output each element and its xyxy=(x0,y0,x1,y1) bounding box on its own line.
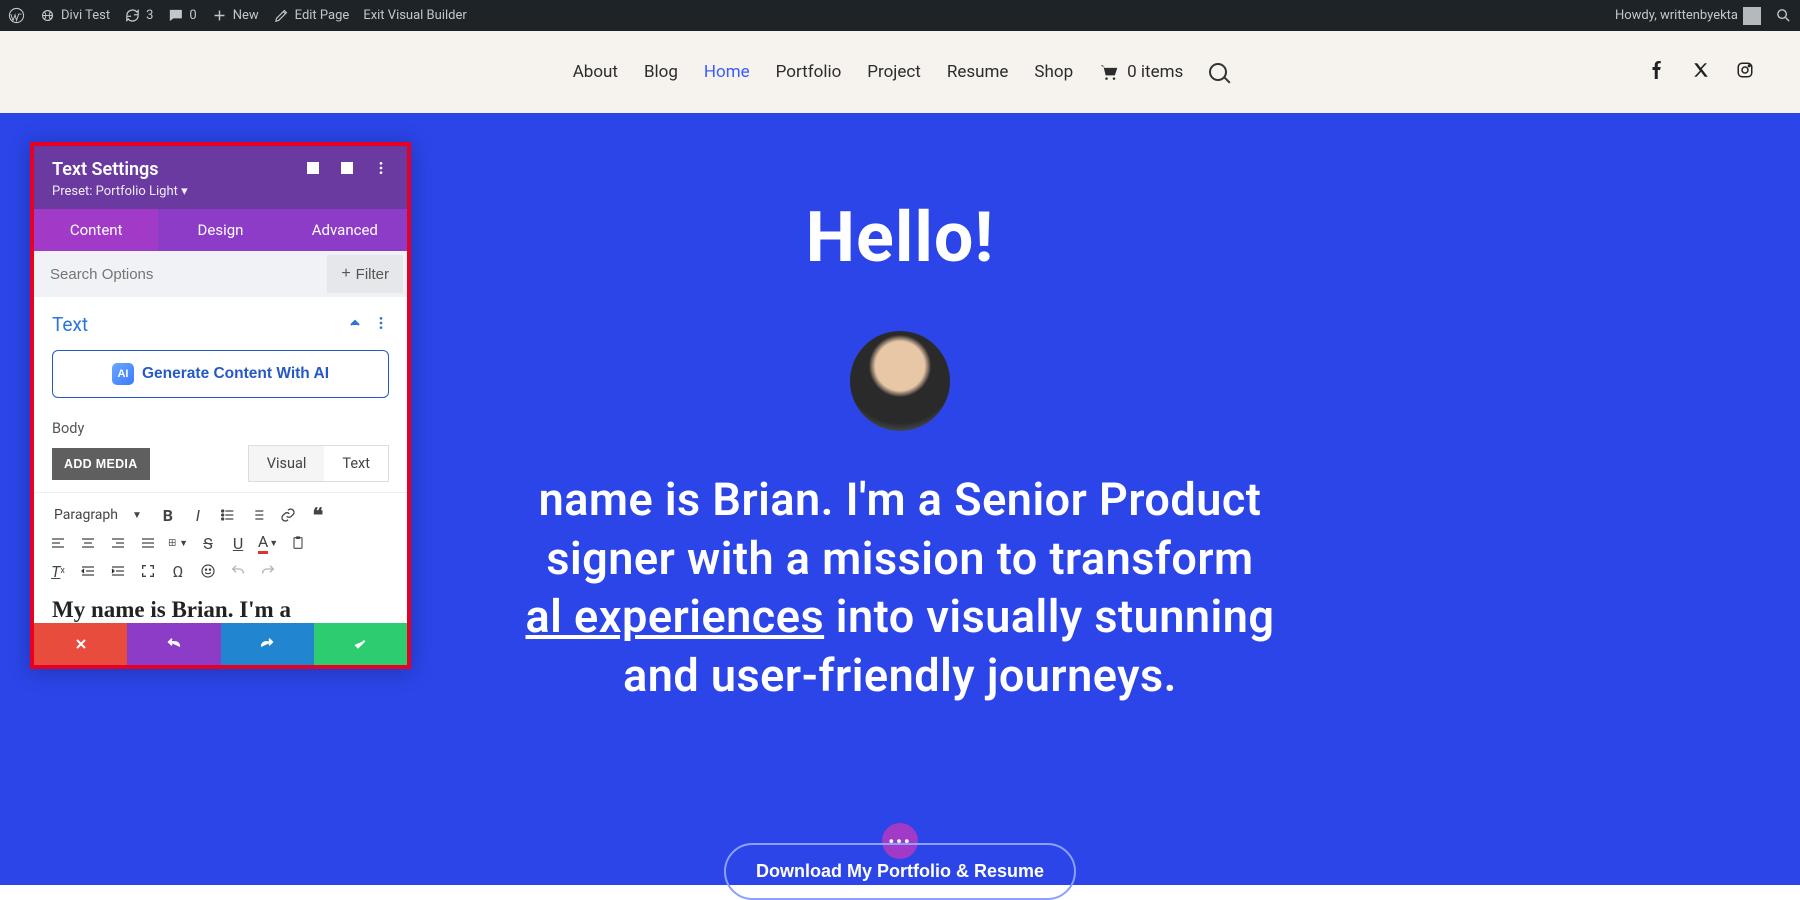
strike-icon[interactable]: S xyxy=(198,533,218,553)
cart-icon xyxy=(1099,63,1119,81)
align-center-icon[interactable] xyxy=(78,533,98,553)
undo-button[interactable] xyxy=(127,623,220,665)
new-label: New xyxy=(233,8,259,23)
redo-button[interactable] xyxy=(221,623,314,665)
quote-icon[interactable]: ❝ xyxy=(308,505,328,525)
panel-action-bar xyxy=(34,623,407,665)
facebook-icon[interactable] xyxy=(1648,61,1666,83)
nav-project[interactable]: Project xyxy=(867,62,921,82)
snap-icon[interactable] xyxy=(339,160,355,180)
kebab-icon[interactable] xyxy=(373,160,389,180)
hero-line3-rest: into visually stunning xyxy=(824,590,1274,643)
edit-page-label: Edit Page xyxy=(295,8,350,23)
undo-editor-icon[interactable] xyxy=(228,561,248,581)
indent-icon[interactable] xyxy=(108,561,128,581)
nav-shop[interactable]: Shop xyxy=(1034,62,1073,82)
sync-indicator[interactable]: 3 xyxy=(124,7,153,24)
outdent-icon[interactable] xyxy=(78,561,98,581)
site-name-link[interactable]: Divi Test xyxy=(39,7,110,24)
link-icon[interactable] xyxy=(278,505,298,525)
align-left-icon[interactable] xyxy=(48,533,68,553)
format-select[interactable]: Paragraph▼ xyxy=(48,505,148,525)
admin-search-icon[interactable] xyxy=(1775,7,1792,24)
section-text-title[interactable]: Text xyxy=(52,313,88,336)
nav-blog[interactable]: Blog xyxy=(644,62,678,82)
x-twitter-icon[interactable] xyxy=(1692,61,1710,83)
comments-count: 0 xyxy=(189,8,196,23)
nav-search-icon[interactable] xyxy=(1209,63,1227,81)
rich-text-toolbar: Paragraph▼ B I ❝ ▼ S U A▼ Tx Ω xyxy=(34,492,407,585)
new-link[interactable]: New xyxy=(211,7,259,24)
edit-page-link[interactable]: Edit Page xyxy=(273,7,350,24)
nav-home[interactable]: Home xyxy=(704,62,750,82)
underline-icon[interactable]: U xyxy=(228,533,248,553)
wp-admin-bar: Divi Test 3 0 New Edit Page Exit Visual … xyxy=(0,0,1800,31)
wp-logo[interactable] xyxy=(8,7,25,24)
tab-advanced[interactable]: Advanced xyxy=(283,209,407,251)
section-kebab-icon[interactable] xyxy=(373,313,389,336)
clear-format-icon[interactable]: Tx xyxy=(48,561,68,581)
cancel-button[interactable] xyxy=(34,623,127,665)
generate-ai-button[interactable]: AI Generate Content With AI xyxy=(52,350,389,398)
hero-line2: signer with a mission to transform xyxy=(546,532,1253,585)
tab-design[interactable]: Design xyxy=(158,209,282,251)
nav-resume[interactable]: Resume xyxy=(947,62,1009,82)
text-settings-panel: Text Settings Preset: Portfolio Light ▾ … xyxy=(30,142,411,669)
collapse-icon[interactable] xyxy=(347,313,363,336)
format-select-label: Paragraph xyxy=(54,507,118,523)
nav-portfolio[interactable]: Portfolio xyxy=(776,62,842,82)
cart-count: 0 items xyxy=(1127,62,1183,82)
ol-list-icon[interactable] xyxy=(248,505,268,525)
hero-line1: name is Brian. I'm a Senior Product xyxy=(539,473,1262,526)
italic-icon[interactable]: I xyxy=(188,505,208,525)
user-avatar-icon xyxy=(1743,7,1761,25)
filter-button[interactable]: +Filter xyxy=(327,255,403,293)
fullscreen-icon[interactable] xyxy=(138,561,158,581)
filter-label: Filter xyxy=(356,266,389,283)
download-cta-button[interactable]: Download My Portfolio & Resume xyxy=(724,843,1076,900)
table-icon[interactable]: ▼ xyxy=(168,533,188,553)
bold-icon[interactable]: B xyxy=(158,505,178,525)
hero-line4: and user-friendly journeys. xyxy=(623,649,1177,702)
howdy-link[interactable]: Howdy, writtenbyekta xyxy=(1615,7,1761,25)
align-justify-icon[interactable] xyxy=(138,533,158,553)
editor-body-preview[interactable]: My name is Brian. I'm a xyxy=(34,585,407,623)
site-name-text: Divi Test xyxy=(61,8,110,23)
exit-vb-link[interactable]: Exit Visual Builder xyxy=(363,8,466,23)
redo-editor-icon[interactable] xyxy=(258,561,278,581)
main-nav: About Blog Home Portfolio Project Resume… xyxy=(573,62,1228,82)
exit-vb-label: Exit Visual Builder xyxy=(363,8,466,23)
ai-button-label: Generate Content With AI xyxy=(142,365,329,383)
comments-link[interactable]: 0 xyxy=(167,7,196,24)
align-right-icon[interactable] xyxy=(108,533,128,553)
special-char-icon[interactable]: Ω xyxy=(168,561,188,581)
tab-content[interactable]: Content xyxy=(34,209,158,251)
hero-avatar xyxy=(850,331,950,431)
paste-icon[interactable] xyxy=(288,533,308,553)
instagram-icon[interactable] xyxy=(1736,61,1754,83)
panel-header: Text Settings Preset: Portfolio Light ▾ xyxy=(34,146,407,209)
nav-cart[interactable]: 0 items xyxy=(1099,62,1183,82)
site-header: About Blog Home Portfolio Project Resume… xyxy=(0,31,1800,113)
social-links xyxy=(1648,61,1754,83)
ai-badge-icon: AI xyxy=(112,363,134,385)
howdy-text: Howdy, writtenbyekta xyxy=(1615,8,1738,23)
body-label: Body xyxy=(34,420,407,437)
hero-copy: name is Brian. I'm a Senior Product sign… xyxy=(380,471,1420,705)
nav-about[interactable]: About xyxy=(573,62,618,82)
panel-title: Text Settings xyxy=(52,159,159,180)
search-options-input[interactable] xyxy=(34,253,323,296)
emoji-icon[interactable] xyxy=(198,561,218,581)
save-button[interactable] xyxy=(314,623,407,665)
hero-line3-underline: al experiences xyxy=(526,590,825,643)
add-media-button[interactable]: ADD MEDIA xyxy=(52,448,150,480)
panel-tabs: Content Design Advanced xyxy=(34,209,407,251)
textcolor-icon[interactable]: A▼ xyxy=(258,533,278,553)
preset-dropdown[interactable]: Preset: Portfolio Light ▾ xyxy=(52,184,389,199)
sync-count: 3 xyxy=(146,8,153,23)
mode-visual-tab[interactable]: Visual xyxy=(249,446,325,481)
mode-text-tab[interactable]: Text xyxy=(324,446,388,481)
ul-list-icon[interactable] xyxy=(218,505,238,525)
expand-icon[interactable] xyxy=(305,160,321,180)
